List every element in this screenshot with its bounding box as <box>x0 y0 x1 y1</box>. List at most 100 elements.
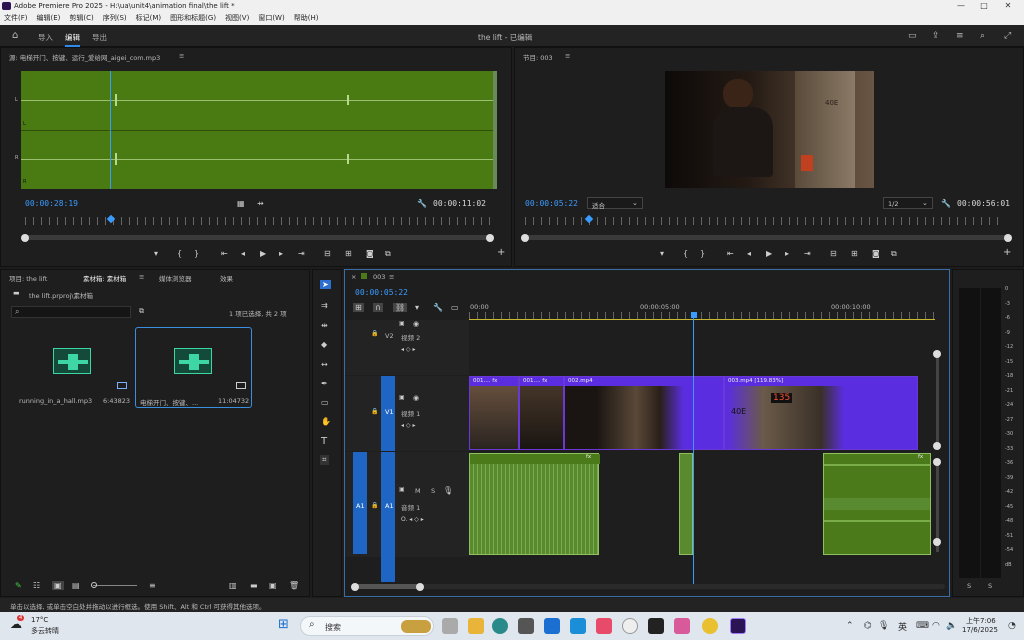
taskbar-search-box[interactable]: ⌕ 搜索 <box>300 616 434 636</box>
minimize-button[interactable]: — <box>949 0 973 12</box>
list-view-icon[interactable]: ☷ <box>33 581 40 590</box>
step-forward-icon[interactable]: ▸ <box>785 249 789 258</box>
add-marker-icon[interactable]: ▾ <box>415 303 419 312</box>
export-frame-icon[interactable]: ◙ <box>366 249 374 258</box>
tab-media-browser[interactable]: 媒体浏览器 <box>159 273 192 283</box>
slip-tool-icon[interactable]: ↔ <box>321 360 328 369</box>
microphone-icon[interactable]: 🎙 <box>878 621 889 631</box>
overwrite-icon[interactable]: ⊞ <box>345 249 352 258</box>
source-zoom-end-handle[interactable] <box>486 234 494 242</box>
home-icon[interactable]: ⌂ <box>12 31 18 41</box>
v-scroll-handle[interactable] <box>933 350 941 358</box>
rectangle-tool-icon[interactable]: ▭ <box>321 398 329 407</box>
zoom-slider-handle[interactable] <box>91 582 97 588</box>
taskbar-chrome-icon[interactable] <box>702 618 718 634</box>
fit-dropdown[interactable]: 适合 ⌄ <box>587 197 643 210</box>
timeline-h-scrollbar[interactable] <box>355 584 945 589</box>
windows-start-icon[interactable]: ⊞ <box>278 617 289 632</box>
resolution-dropdown[interactable]: 1/2 ⌄ <box>883 197 933 209</box>
new-item-icon[interactable]: ▣ <box>269 581 277 590</box>
close-tab-icon[interactable]: × <box>351 273 356 281</box>
sort-icon[interactable]: ≡ <box>149 581 156 590</box>
pen-icon[interactable]: ✎ <box>15 581 22 590</box>
solo-right-button[interactable]: S <box>988 582 992 590</box>
icon-view-icon[interactable]: ▣ <box>52 581 64 590</box>
menu-help[interactable]: 帮助(H) <box>294 12 319 25</box>
timeline-playhead[interactable] <box>693 312 694 584</box>
menu-sequence[interactable]: 序列(S) <box>103 12 127 25</box>
taskbar-app-w-icon[interactable] <box>622 618 638 634</box>
play-icon[interactable]: ▶ <box>766 249 772 258</box>
maximize-button[interactable]: □ <box>972 0 996 12</box>
razor-tool-icon[interactable]: ◆ <box>321 340 327 349</box>
search-help-icon[interactable]: ⌕ <box>980 31 985 41</box>
mute-button[interactable]: M <box>415 487 421 495</box>
freeform-view-icon[interactable]: ▤ <box>72 581 80 590</box>
toggle-sync-icon[interactable]: ▣ <box>399 394 405 401</box>
new-folder-icon[interactable]: ▬ <box>250 581 258 590</box>
video-clip-002[interactable]: 002.mp4 <box>564 376 724 450</box>
solo-left-button[interactable]: S <box>967 582 971 590</box>
v-scroll-video[interactable] <box>936 352 939 446</box>
timeline-settings-icon[interactable]: 🔧 <box>433 303 443 312</box>
go-to-in-icon[interactable]: ⇤ <box>727 249 734 258</box>
lock-icon[interactable]: 🔒 <box>371 408 378 415</box>
source-playhead[interactable] <box>110 71 111 189</box>
input-method[interactable]: 英 <box>898 620 907 633</box>
sequence-tab[interactable]: 003 <box>373 273 385 281</box>
taskbar-app-icon[interactable] <box>570 618 586 634</box>
share-icon[interactable]: ⇪ <box>932 31 940 41</box>
trash-icon[interactable]: 🗑 <box>289 581 299 590</box>
captions-icon[interactable]: ▭ <box>451 303 459 312</box>
selection-tool-icon[interactable]: ➤ <box>320 280 331 289</box>
drag-audio-icon[interactable]: ⇸ <box>257 199 264 208</box>
taskbar-task-view-icon[interactable] <box>442 618 458 634</box>
bin-menu-icon[interactable]: ≡ <box>139 273 144 281</box>
clock-time[interactable]: 上午7:06 <box>966 616 996 626</box>
source-zoom-start-handle[interactable] <box>21 234 29 242</box>
toggle-sync-icon[interactable]: ▣ <box>399 486 405 493</box>
menu-icon[interactable]: ≡ <box>956 31 964 41</box>
go-to-out-icon[interactable]: ⇥ <box>804 249 811 258</box>
volume-icon[interactable]: 🔈 <box>946 621 957 631</box>
taskbar-store-icon[interactable] <box>518 618 534 634</box>
step-back-icon[interactable]: ◂ <box>241 249 245 258</box>
sequence-menu-icon[interactable]: ≡ <box>389 273 394 281</box>
timeline-zoom-start[interactable] <box>351 583 359 591</box>
keyframe-nav-icon[interactable]: ◂ ◇ ▸ <box>401 346 415 353</box>
mark-out-icon[interactable]: } <box>700 249 705 258</box>
search-input[interactable]: ⌕ <box>11 306 131 318</box>
add-marker-icon[interactable]: ▾ <box>660 249 664 258</box>
button-editor-extra-icon[interactable]: ⧉ <box>385 249 391 259</box>
v-scroll-handle[interactable] <box>933 442 941 450</box>
new-bin-icon[interactable]: ⧉ <box>139 307 144 316</box>
program-timecode[interactable]: 00:00:05:22 <box>525 199 578 208</box>
mark-in-icon[interactable]: { <box>683 249 688 258</box>
program-zoom-end-handle[interactable] <box>1004 234 1012 242</box>
panel-layout-icon[interactable]: ▭ <box>908 31 917 41</box>
tab-bin[interactable]: 素材箱: 素材箱 <box>83 273 126 283</box>
menu-window[interactable]: 窗口(W) <box>258 12 284 25</box>
menu-view[interactable]: 视图(V) <box>225 12 249 25</box>
program-menu-icon[interactable]: ≡ <box>565 52 570 60</box>
lock-icon[interactable]: 🔒 <box>371 502 378 509</box>
audio-clip-3[interactable]: fx <box>823 453 931 555</box>
menu-clip[interactable]: 剪辑(C) <box>69 12 93 25</box>
wrench-icon[interactable]: 🔧 <box>941 199 951 208</box>
solo-button[interactable]: S <box>431 487 435 495</box>
taskbar-outlook-icon[interactable] <box>544 618 560 634</box>
track-select-tool-icon[interactable]: ⇉ <box>321 301 328 310</box>
close-button[interactable]: ✕ <box>996 0 1020 12</box>
tab-edit[interactable]: 编辑 <box>65 32 80 47</box>
go-to-in-icon[interactable]: ⇤ <box>221 249 228 258</box>
microphone-icon[interactable]: 🎙 <box>443 486 453 495</box>
menu-file[interactable]: 文件(F) <box>4 12 28 25</box>
extract-icon[interactable]: ⊞ <box>851 249 858 258</box>
tab-export[interactable]: 导出 <box>92 32 107 43</box>
program-time-ruler[interactable] <box>525 217 1005 225</box>
video-clip-001b[interactable]: 001.... fx <box>519 376 564 450</box>
add-button-icon[interactable]: + <box>1003 247 1011 258</box>
clock-date[interactable]: 17/6/2025 <box>962 626 998 634</box>
go-to-out-icon[interactable]: ⇥ <box>298 249 305 258</box>
work-area-bar[interactable] <box>469 319 935 320</box>
